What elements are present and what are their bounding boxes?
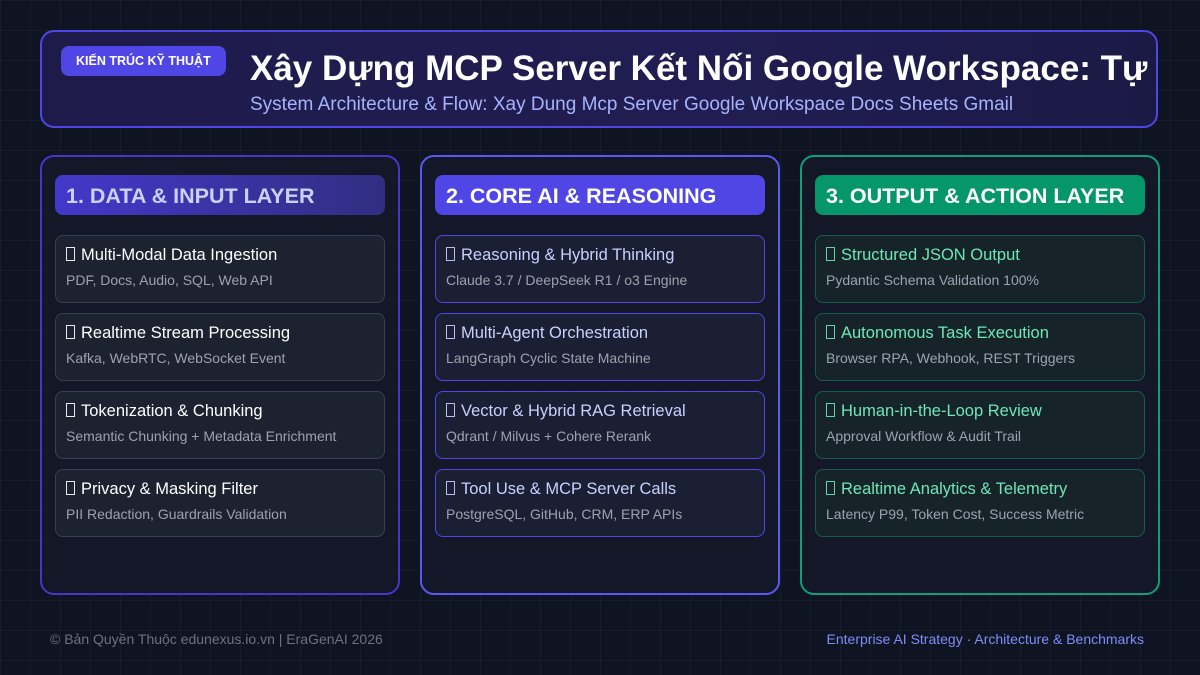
card-description: Browser RPA, Webhook, REST Triggers	[826, 350, 1075, 366]
layer-card: Autonomous Task Execution Browser RPA, W…	[815, 313, 1145, 381]
card-title: Tokenization & Chunking	[81, 402, 263, 420]
column-title: 2. CORE AI & REASONING	[435, 175, 765, 215]
page-title: Xây Dựng MCP Server Kết Nối Google Works…	[250, 49, 1156, 88]
placeholder-glyph-icon	[446, 403, 455, 417]
card-title: Human-in-the-Loop Review	[841, 402, 1042, 420]
footer-tagline: Enterprise AI Strategy · Architecture & …	[826, 631, 1144, 647]
header-banner: KIẾN TRÚC KỸ THUẬT Xây Dựng MCP Server K…	[40, 30, 1158, 128]
card-title: Realtime Stream Processing	[81, 324, 291, 342]
card-description: Claude 3.7 / DeepSeek R1 / o3 Engine	[446, 272, 688, 288]
placeholder-glyph-icon	[66, 247, 75, 261]
card-title: Reasoning & Hybrid Thinking	[461, 246, 675, 264]
category-badge: KIẾN TRÚC KỸ THUẬT	[61, 46, 226, 76]
card-title: Autonomous Task Execution	[841, 324, 1049, 342]
card-description: Kafka, WebRTC, WebSocket Event	[66, 350, 286, 366]
column-output-action-layer: 3. OUTPUT & ACTION LAYER Structured JSON…	[800, 155, 1160, 595]
placeholder-glyph-icon	[446, 247, 455, 261]
card-title: Structured JSON Output	[841, 246, 1020, 264]
layer-card: Human-in-the-Loop Review Approval Workfl…	[815, 391, 1145, 459]
footer-copyright: © Bản Quyền Thuộc edunexus.io.vn | EraGe…	[50, 631, 383, 647]
layer-card: Vector & Hybrid RAG Retrieval Qdrant / M…	[435, 391, 765, 459]
placeholder-glyph-icon	[66, 481, 75, 495]
column-core-ai-reasoning: 2. CORE AI & REASONING Reasoning & Hybri…	[420, 155, 780, 595]
placeholder-glyph-icon	[66, 403, 75, 417]
card-description: PostgreSQL, GitHub, CRM, ERP APIs	[446, 506, 683, 522]
card-description: Latency P99, Token Cost, Success Metric	[826, 506, 1085, 522]
layer-card: Privacy & Masking Filter PII Redaction, …	[55, 469, 385, 537]
card-title: Vector & Hybrid RAG Retrieval	[461, 402, 686, 420]
placeholder-glyph-icon	[826, 403, 835, 417]
placeholder-glyph-icon	[826, 247, 835, 261]
card-description: Approval Workflow & Audit Trail	[826, 428, 1022, 444]
layer-card: Reasoning & Hybrid Thinking Claude 3.7 /…	[435, 235, 765, 303]
card-title: Multi-Modal Data Ingestion	[81, 246, 278, 264]
card-title: Realtime Analytics & Telemetry	[841, 480, 1068, 498]
placeholder-glyph-icon	[446, 481, 455, 495]
card-title: Multi-Agent Orchestration	[461, 324, 649, 342]
column-title: 3. OUTPUT & ACTION LAYER	[815, 175, 1145, 215]
placeholder-glyph-icon	[66, 325, 75, 339]
card-title: Privacy & Masking Filter	[81, 480, 258, 498]
layer-card: Realtime Stream Processing Kafka, WebRTC…	[55, 313, 385, 381]
layer-card: Tokenization & Chunking Semantic Chunkin…	[55, 391, 385, 459]
placeholder-glyph-icon	[826, 481, 835, 495]
card-description: Semantic Chunking + Metadata Enrichment	[66, 428, 337, 444]
layer-card: Multi-Modal Data Ingestion PDF, Docs, Au…	[55, 235, 385, 303]
card-description: LangGraph Cyclic State Machine	[446, 350, 651, 366]
placeholder-glyph-icon	[446, 325, 455, 339]
column-title: 1. DATA & INPUT LAYER	[55, 175, 385, 215]
card-description: Pydantic Schema Validation 100%	[826, 272, 1039, 288]
page-subtitle: System Architecture & Flow: Xay Dung Mcp…	[250, 94, 1014, 115]
placeholder-glyph-icon	[826, 325, 835, 339]
card-title: Tool Use & MCP Server Calls	[461, 480, 677, 498]
column-data-input-layer: 1. DATA & INPUT LAYER Multi-Modal Data I…	[40, 155, 400, 595]
layer-card: Multi-Agent Orchestration LangGraph Cycl…	[435, 313, 765, 381]
card-description: PII Redaction, Guardrails Validation	[66, 506, 287, 522]
layer-card: Structured JSON Output Pydantic Schema V…	[815, 235, 1145, 303]
layer-card: Realtime Analytics & Telemetry Latency P…	[815, 469, 1145, 537]
card-description: Qdrant / Milvus + Cohere Rerank	[446, 428, 652, 444]
layer-card: Tool Use & MCP Server Calls PostgreSQL, …	[435, 469, 765, 537]
card-description: PDF, Docs, Audio, SQL, Web API	[66, 272, 273, 288]
